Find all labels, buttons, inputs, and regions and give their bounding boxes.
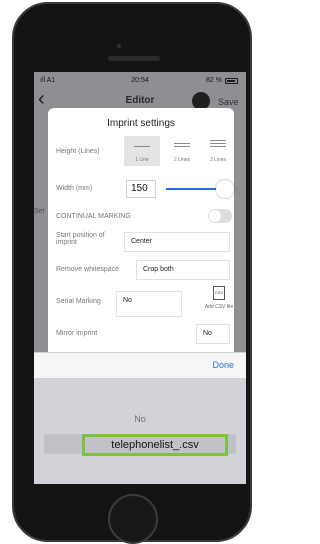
- home-button[interactable]: [108, 494, 158, 544]
- option-picker[interactable]: No telephonelist_.csv: [34, 378, 246, 484]
- start-position-field[interactable]: Center: [124, 232, 230, 252]
- width-input[interactable]: 150: [126, 180, 156, 198]
- height-option-label: 2 Lines: [173, 157, 191, 163]
- height-option-label: 1 Line: [135, 157, 149, 163]
- height-option-label: 3 Lines: [209, 157, 227, 163]
- whitespace-field[interactable]: Crop both: [136, 260, 230, 280]
- continual-toggle[interactable]: [208, 209, 232, 223]
- height-label: Height (Lines): [56, 148, 100, 155]
- earpiece: [108, 56, 160, 61]
- mirror-field[interactable]: No: [196, 324, 230, 344]
- width-slider-knob[interactable]: [216, 180, 234, 198]
- done-button[interactable]: Done: [212, 360, 234, 370]
- camera-dot: [117, 44, 121, 48]
- start-label: Start position of imprint: [56, 232, 105, 246]
- serial-label: Serial Marking: [56, 298, 101, 305]
- status-bar: ıll A1 20:54 82 %: [34, 72, 246, 90]
- imprint-settings-sheet: Imprint settings Height (Lines) 1 Line 2…: [48, 108, 234, 356]
- height-option-3[interactable]: 3 Lines: [200, 136, 236, 166]
- battery-percent: 82 %: [206, 77, 222, 84]
- side-tab-label: Set: [34, 208, 45, 215]
- screen: ıll A1 20:54 82 % ‹ Editor Save Set Impr…: [34, 72, 246, 484]
- continual-label: CONTINUAL MARKING: [56, 213, 131, 220]
- nav-title: Editor: [125, 95, 155, 106]
- serial-field[interactable]: No: [116, 291, 182, 317]
- picker-option[interactable]: No: [34, 414, 246, 424]
- csv-file-icon: CSV: [213, 286, 225, 300]
- sheet-title: Imprint settings: [107, 118, 175, 129]
- add-csv-button[interactable]: CSV Add CSV file: [200, 286, 238, 316]
- phone-frame: ıll A1 20:54 82 % ‹ Editor Save Set Impr…: [12, 2, 252, 544]
- add-csv-label: Add CSV file: [204, 304, 234, 310]
- mirror-label: Mirror imprint: [56, 330, 98, 337]
- picker-option-selected[interactable]: telephonelist_.csv: [82, 434, 228, 456]
- height-option-2[interactable]: 2 Lines: [164, 136, 200, 166]
- height-option-1[interactable]: 1 Line: [124, 136, 160, 166]
- whitespace-label: Remove whitespace: [56, 266, 120, 273]
- width-label: Width (mm): [56, 185, 93, 192]
- picker-toolbar: Done: [34, 352, 246, 378]
- battery-icon: [225, 78, 238, 84]
- save-button[interactable]: Save: [218, 97, 239, 107]
